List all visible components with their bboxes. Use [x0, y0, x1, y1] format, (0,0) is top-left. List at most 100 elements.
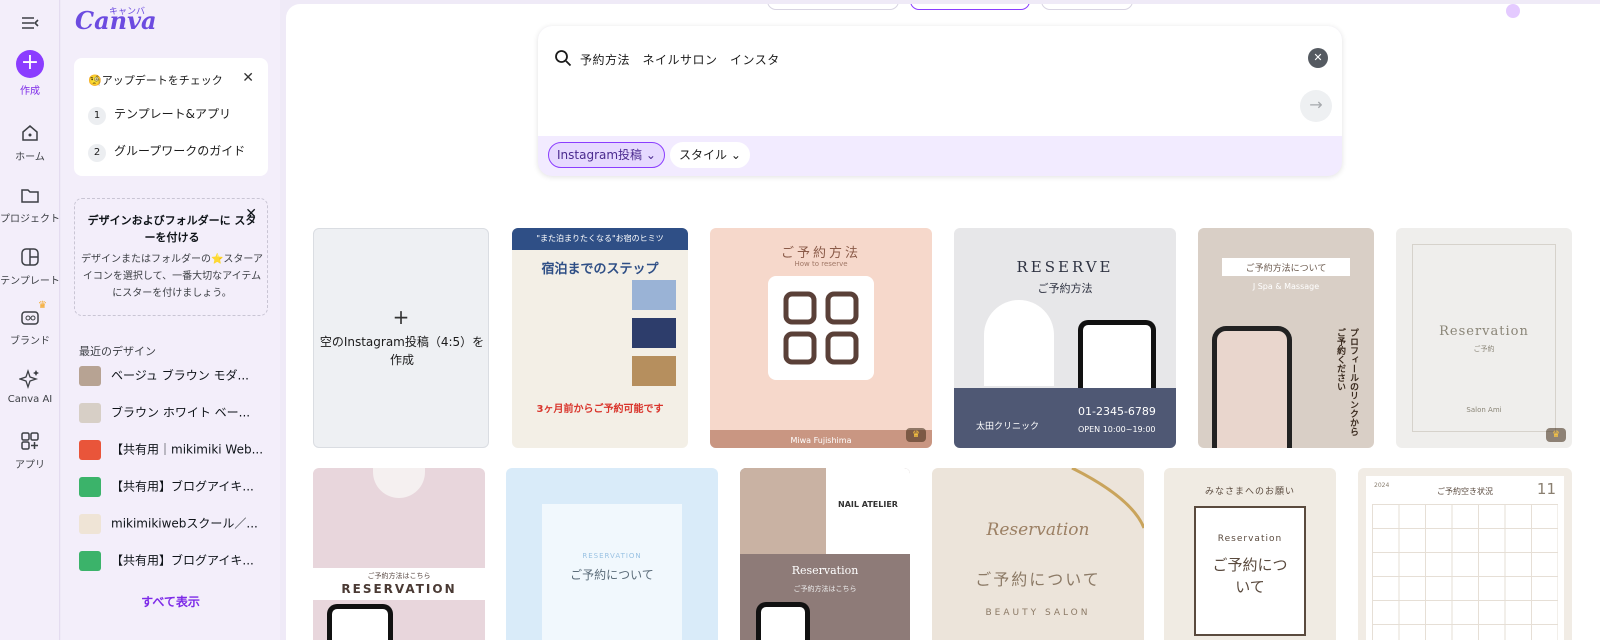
template-tile[interactable]: "また泊まりたくなる"お宿のヒミツ 宿泊までのステップ 3ヶ月前からご予約可能で…	[512, 228, 688, 448]
rail-templates[interactable]: テンプレート	[0, 246, 60, 287]
step-label: グループワークのガイド	[114, 144, 246, 158]
rail-brand[interactable]: ♛ ブランド	[0, 300, 60, 347]
create-blank-tile[interactable]: + 空のInstagram投稿（4:5）を作成	[313, 228, 489, 448]
top-tab[interactable]	[1041, 4, 1133, 10]
design-thumbnail	[79, 366, 101, 386]
template-text: ご予約について	[975, 570, 1101, 589]
phone-image	[1212, 326, 1292, 448]
recent-design-title: 【共有用】ブログアイキ...	[111, 479, 254, 494]
step-label: テンプレート&アプリ	[114, 107, 231, 121]
template-text: プロフィールのリンクからご予約ください	[1335, 328, 1358, 436]
filter-chip-instagram[interactable]: Instagram投稿 ⌄	[548, 142, 665, 168]
qr-icon	[768, 276, 874, 380]
template-text: ご予約方法	[780, 246, 861, 261]
update-step[interactable]: 2 グループワークのガイド	[88, 142, 245, 162]
template-tile[interactable]: Reservation ご予約 Salon Ami ♛	[1396, 228, 1572, 448]
rail-canva-ai[interactable]: Canva AI	[0, 368, 60, 405]
projects-label: プロジェクト	[0, 214, 60, 225]
recent-design-title: ブラウン ホワイト ベー...	[111, 405, 251, 420]
filter-chip-style[interactable]: スタイル ⌄	[670, 142, 750, 168]
update-card-title: 🧐アップデートをチェック	[88, 74, 223, 87]
phone-image	[1078, 320, 1156, 390]
collapse-sidebar-icon[interactable]	[0, 12, 60, 38]
template-text: BEAUTY SALON	[985, 608, 1091, 618]
person-image	[984, 300, 1054, 386]
recent-design-item[interactable]: ベージュ ブラウン モダ...	[79, 366, 274, 396]
close-icon[interactable]: ✕	[242, 70, 254, 86]
nail-photo	[740, 468, 826, 554]
search-query[interactable]: 予約方法 ネイルサロン インスタ	[580, 51, 780, 68]
search-field[interactable]: 予約方法 ネイルサロン インスタ ✕ →	[538, 26, 1342, 136]
templates-label: テンプレート	[0, 276, 60, 287]
template-text: RESERVE	[1016, 258, 1114, 276]
template-tile[interactable]: RESERVATION ご予約について	[506, 468, 718, 640]
clear-search-button[interactable]: ✕	[1308, 48, 1328, 68]
design-thumbnail	[79, 403, 101, 423]
template-text: 01-2345-6789	[1078, 405, 1156, 418]
recent-design-item[interactable]: 【共有用｜mikimiki Web...	[79, 440, 274, 470]
star-tip-title: デザインおよびフォルダーに スターを付ける	[87, 214, 257, 244]
show-all-link[interactable]: すべて表示	[61, 593, 280, 610]
template-tile[interactable]: 2024 ご予約空き状況 11	[1358, 468, 1572, 640]
template-tile[interactable]: ご予約方法について J Spa & Massage プロフィールのリンクからご予…	[1198, 228, 1374, 448]
create-blank-label: 空のInstagram投稿（4:5）を作成	[319, 335, 485, 367]
rail-home[interactable]: ホーム	[0, 122, 60, 163]
template-text: ご予約方法	[1037, 282, 1093, 295]
calendar-grid	[1372, 504, 1558, 640]
plus-icon: +	[392, 305, 410, 329]
template-text: 太田クリニック	[976, 422, 1040, 432]
main-content: 予約方法 ネイルサロン インスタ ✕ → Instagram投稿 ⌄ スタイル …	[286, 4, 1600, 640]
chip-label: スタイル	[679, 148, 728, 162]
crown-icon: ♛	[1546, 428, 1566, 442]
chip-label: Instagram投稿	[557, 148, 643, 162]
template-text: 3ヶ月前からご予約可能です	[536, 404, 664, 415]
star-tip-body: デザインまたはフォルダーの⭐スターアイコンを選択して、一番大切なアイテムにスター…	[80, 254, 264, 299]
step-number: 2	[88, 144, 106, 162]
template-text: NAIL ATELIER	[838, 500, 898, 509]
home-label: ホーム	[15, 152, 45, 163]
create-label: 作成	[20, 86, 40, 97]
template-text: 11	[1536, 480, 1556, 498]
canva-ai-label: Canva AI	[7, 394, 53, 405]
template-tile[interactable]: RESERVE ご予約方法 01-2345-6789 OPEN 10:00~19…	[954, 228, 1176, 448]
left-rail: + 作成 ホーム プロジェクト テンプレート ♛ ブランド Canva AI ア…	[0, 0, 60, 640]
template-text: Reservation	[1217, 534, 1283, 544]
design-thumbnail	[79, 514, 101, 534]
template-text: Reservation	[986, 520, 1090, 540]
rail-apps[interactable]: アプリ	[0, 430, 60, 471]
top-tab-active[interactable]	[910, 4, 1030, 10]
recent-design-item[interactable]: ブラウン ホワイト ベー...	[79, 403, 274, 433]
template-text: 宿泊までのステップ	[541, 262, 659, 277]
phone-image	[756, 602, 810, 640]
recent-design-title: 【共有用】ブログアイキ...	[111, 553, 254, 568]
brand-label: ブランド	[10, 336, 50, 347]
template-tile[interactable]: ご予約方法 How to reserve Miwa Fujishima ♛	[710, 228, 932, 448]
template-text: How to reserve	[794, 260, 848, 268]
submit-search-button[interactable]: →	[1300, 90, 1332, 122]
design-thumbnail	[79, 477, 101, 497]
recent-design-item[interactable]: mikimikiwebスクール／...	[79, 514, 274, 544]
apps-icon	[21, 432, 39, 450]
template-text: ご予約	[1473, 345, 1495, 353]
recent-design-title: 【共有用｜mikimiki Web...	[111, 442, 264, 457]
phone-image	[327, 604, 393, 640]
recent-design-item[interactable]: 【共有用】ブログアイキ...	[79, 551, 274, 581]
top-tab[interactable]	[767, 4, 899, 10]
search-box: 予約方法 ネイルサロン インスタ ✕ → Instagram投稿 ⌄ スタイル …	[538, 26, 1342, 176]
template-tile[interactable]: Reservation ご予約について BEAUTY SALON	[932, 468, 1144, 640]
chevron-down-icon: ⌄	[645, 148, 656, 162]
update-step[interactable]: 1 テンプレート&アプリ	[88, 105, 231, 125]
template-text: J Spa & Massage	[1252, 282, 1320, 291]
template-tile[interactable]: NAIL ATELIER Reservation ご予約方法はこちら	[740, 468, 910, 640]
rail-projects[interactable]: プロジェクト	[0, 184, 60, 225]
update-card: 🧐アップデートをチェック ✕ 1 テンプレート&アプリ 2 グループワークのガイド	[74, 58, 268, 176]
template-text: Reservation	[791, 564, 859, 577]
crown-icon: ♛	[906, 428, 926, 442]
template-tile[interactable]: ご予約方法はこちら RESERVATION	[313, 468, 485, 640]
design-thumbnail	[79, 551, 101, 571]
recent-design-item[interactable]: 【共有用】ブログアイキ...	[79, 477, 274, 507]
create-button[interactable]: + 作成	[0, 50, 60, 97]
template-text: "また泊まりたくなる"お宿のヒミツ	[536, 234, 664, 243]
template-tile[interactable]: みなさまへのお願い Reservation ご予約について	[1164, 468, 1336, 640]
template-text: みなさまへのお願い	[1204, 487, 1295, 497]
